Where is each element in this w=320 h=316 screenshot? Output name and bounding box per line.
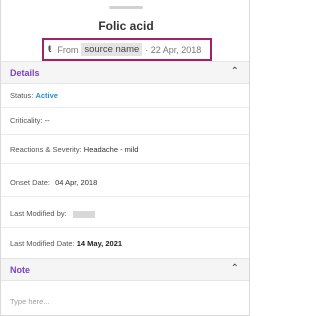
source-info-highlight: ŧ From source name · 22 Apr, 2018: [42, 38, 212, 61]
modified-by-row: Last Modified by:: [10, 209, 95, 218]
status-label: Status:: [10, 91, 34, 100]
divider: [1, 107, 249, 108]
chevron-up-icon[interactable]: ⌃: [231, 66, 239, 77]
modified-date-label: Last Modified Date:: [10, 239, 75, 248]
onset-value: 04 Apr, 2018: [55, 178, 98, 187]
reactions-value: Headache - mild: [83, 145, 139, 154]
status-row: Status: Active: [10, 91, 58, 100]
criticality-label: Criticality:: [10, 116, 43, 125]
criticality-value: --: [44, 116, 50, 125]
divider: [1, 227, 249, 228]
status-value: Active: [35, 91, 58, 100]
details-section-header[interactable]: Details ⌃: [1, 61, 249, 84]
modified-date-row: Last Modified Date: 14 May, 2021: [10, 239, 122, 248]
page-title: Folic acid: [98, 19, 154, 33]
source-name: source name: [81, 43, 143, 56]
source-prefix: From: [57, 44, 79, 55]
onset-label: Onset Date:: [10, 178, 51, 187]
note-input[interactable]: Type here...: [10, 297, 50, 306]
onset-row: Onset Date: 04 Apr, 2018: [10, 178, 97, 187]
note-heading: Note: [10, 265, 30, 275]
detail-panel: Folic acid ŧ From source name · 22 Apr, …: [0, 0, 250, 316]
drag-handle[interactable]: [109, 6, 143, 9]
reactions-row: Reactions & Severity: Headache - mild: [10, 145, 138, 154]
criticality-row: Criticality: --: [10, 116, 50, 125]
redacted-name: [72, 210, 95, 218]
chevron-up-icon[interactable]: ⌃: [231, 263, 239, 274]
divider: [1, 196, 249, 197]
source-date: · 22 Apr, 2018: [145, 44, 202, 55]
details-heading: Details: [10, 68, 40, 78]
reactions-label: Reactions & Severity:: [10, 145, 82, 154]
divider: [1, 163, 249, 164]
divider: [1, 134, 249, 135]
modified-date-value: 14 May, 2021: [76, 239, 123, 248]
source-icon: ŧ: [48, 44, 52, 55]
modified-by-label: Last Modified by:: [10, 209, 67, 218]
note-section-header[interactable]: Note ⌃: [1, 258, 249, 281]
